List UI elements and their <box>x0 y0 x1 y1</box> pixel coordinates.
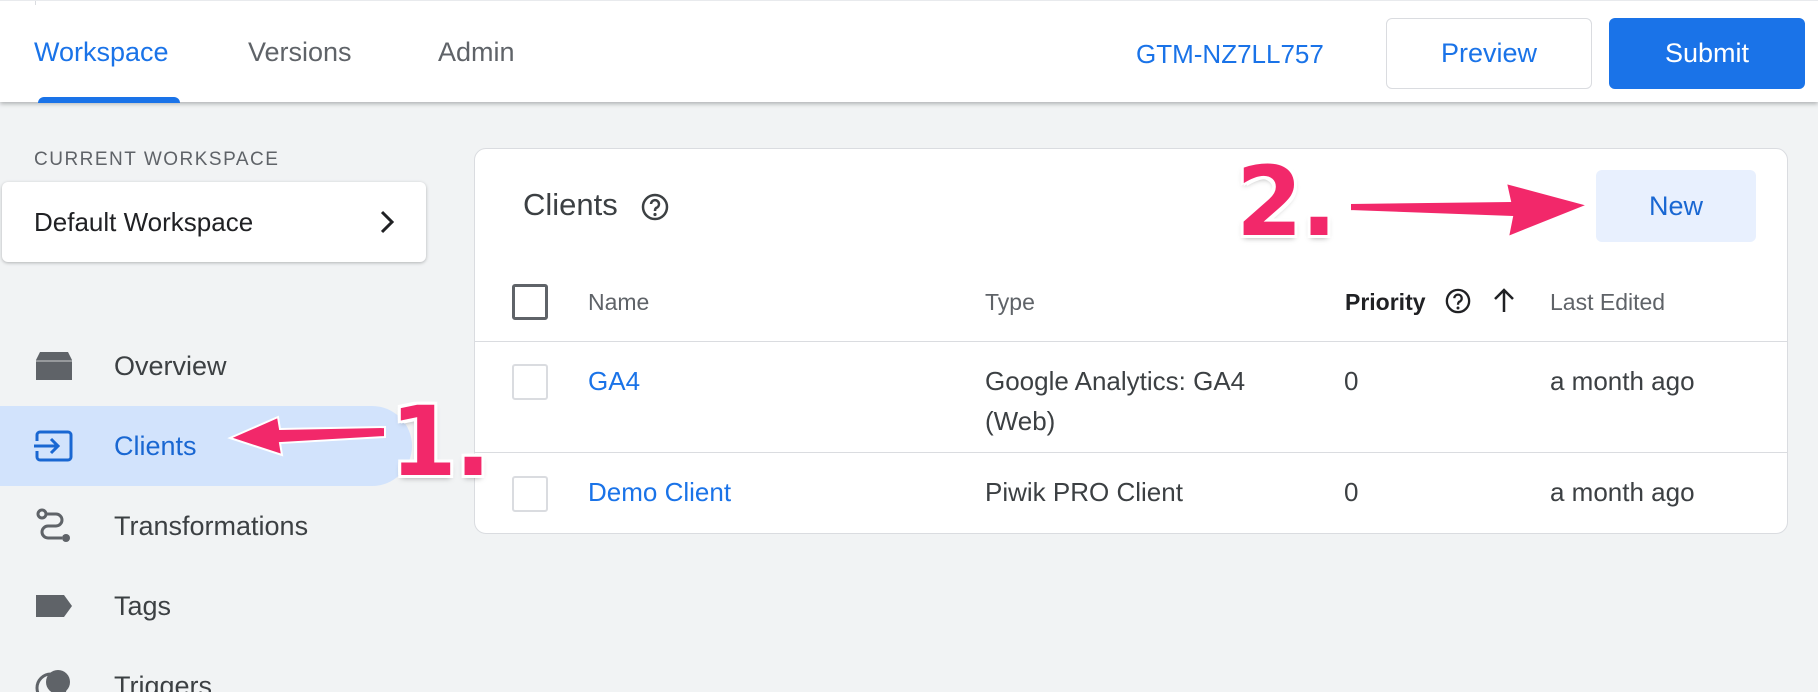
container-id-link[interactable]: GTM-NZ7LL757 <box>1136 39 1324 70</box>
preview-button[interactable]: Preview <box>1386 18 1592 89</box>
tag-icon <box>34 586 74 626</box>
client-priority: 0 <box>1344 366 1359 396</box>
active-tab-indicator <box>38 97 180 103</box>
window-corner <box>0 1 36 5</box>
row-divider <box>475 452 1787 453</box>
overview-icon <box>34 346 74 386</box>
select-all-checkbox[interactable] <box>512 284 548 320</box>
sidebar-item-label: Tags <box>114 590 172 621</box>
priority-help-icon[interactable] <box>1445 288 1471 319</box>
transformations-icon <box>34 506 74 546</box>
client-type: Piwik PRO Client <box>985 477 1183 507</box>
row-checkbox[interactable] <box>512 364 548 400</box>
column-header-type[interactable]: Type <box>985 289 1035 316</box>
annotation-step-1: 1. <box>390 386 491 498</box>
current-workspace-heading: CURRENT WORKSPACE <box>34 149 280 170</box>
top-app-bar: Workspace Versions Admin GTM-NZ7LL757 Pr… <box>0 0 1818 103</box>
sidebar-item-label: Triggers <box>114 670 213 692</box>
chevron-right-icon <box>378 209 396 235</box>
annotation-arrow-1 <box>227 415 386 457</box>
column-header-name[interactable]: Name <box>588 289 649 316</box>
tab-workspace[interactable]: Workspace <box>34 37 169 68</box>
client-name-link[interactable]: GA4 <box>588 361 640 401</box>
column-header-priority[interactable]: Priority <box>1345 289 1426 316</box>
client-type-continued: (Web) <box>985 406 1056 436</box>
workspace-selector[interactable]: Default Workspace <box>2 182 426 262</box>
column-header-last-edited[interactable]: Last Edited <box>1550 289 1665 316</box>
client-type: Google Analytics: GA4 <box>985 366 1246 396</box>
new-client-button[interactable]: New <box>1596 170 1756 242</box>
clients-icon <box>34 426 74 466</box>
sidebar-item-overview[interactable]: Overview <box>0 326 412 406</box>
sidebar-item-transformations[interactable]: Transformations <box>0 486 412 566</box>
sidebar-item-triggers[interactable]: Triggers <box>0 646 412 692</box>
row-divider <box>475 341 1787 342</box>
sidebar-item-label: Clients <box>114 430 197 461</box>
workspace-name: Default Workspace <box>34 206 254 237</box>
annotation-arrow-2 <box>1349 181 1592 239</box>
trigger-icon <box>34 666 74 692</box>
panel-title: Clients <box>523 187 618 222</box>
client-last-edited: a month ago <box>1550 366 1695 396</box>
sidebar-item-tags[interactable]: Tags <box>0 566 412 646</box>
help-icon[interactable] <box>641 193 669 226</box>
sort-ascending-icon[interactable] <box>1491 286 1517 319</box>
client-name-link[interactable]: Demo Client <box>588 472 731 512</box>
submit-button[interactable]: Submit <box>1609 18 1805 89</box>
annotation-step-2: 2. <box>1236 146 1337 258</box>
sidebar-item-label: Overview <box>114 350 227 381</box>
tab-versions[interactable]: Versions <box>248 37 352 68</box>
row-checkbox[interactable] <box>512 476 548 512</box>
tab-admin[interactable]: Admin <box>438 37 515 68</box>
sidebar-item-label: Transformations <box>114 510 309 541</box>
client-priority: 0 <box>1344 477 1359 507</box>
client-last-edited: a month ago <box>1550 477 1695 507</box>
